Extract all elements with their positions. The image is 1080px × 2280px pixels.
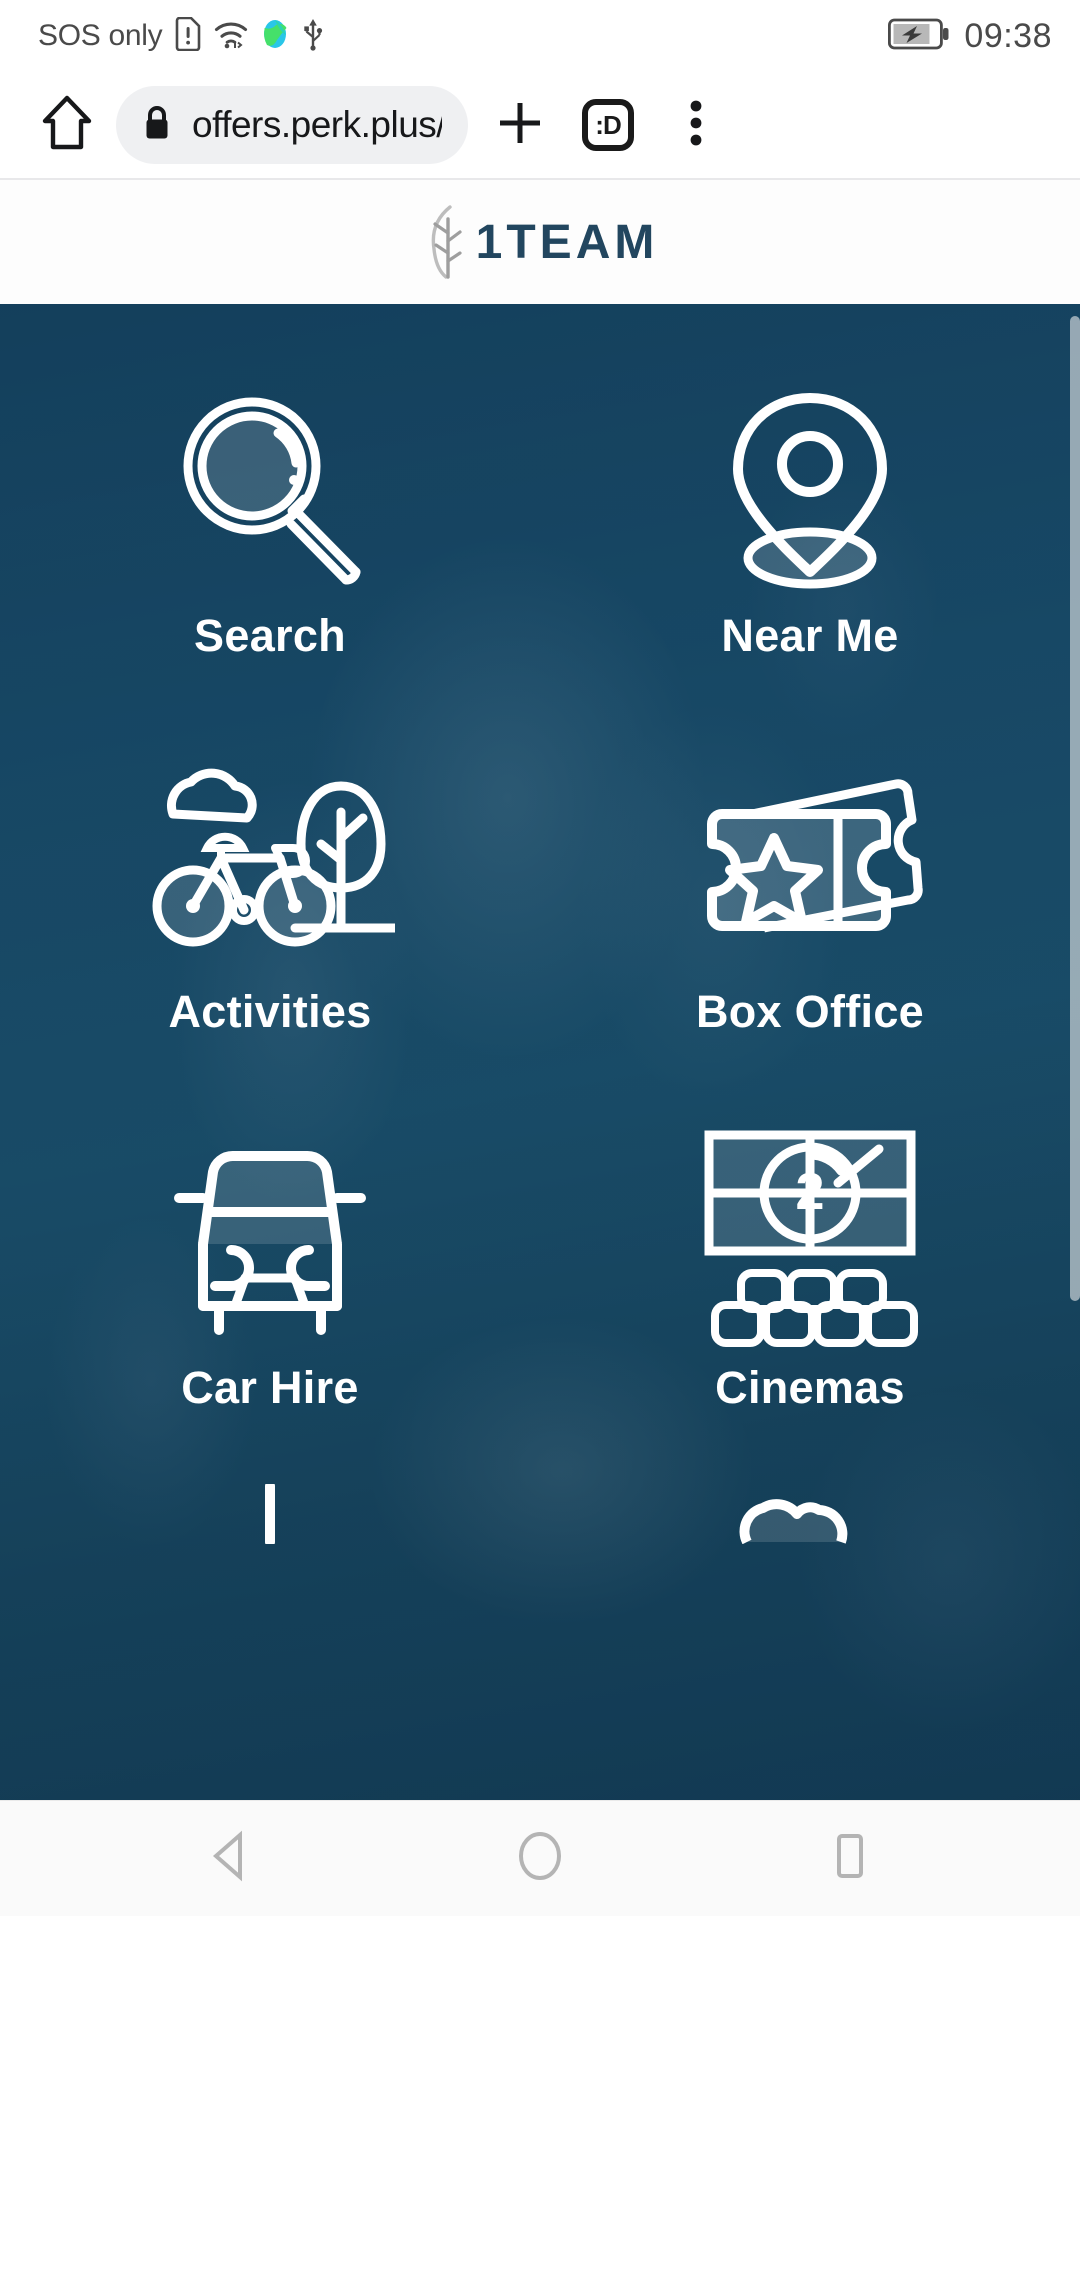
map-pin-icon xyxy=(710,368,910,604)
battery-charging-icon xyxy=(888,17,950,56)
tree-branch-icon xyxy=(422,201,470,284)
logo-text: 1TEAM xyxy=(475,215,659,269)
partial-cloud-icon xyxy=(735,1484,885,1544)
tile-box-office[interactable]: Box Office xyxy=(540,732,1080,1104)
tile-near-me[interactable]: Near Me xyxy=(540,356,1080,728)
home-button[interactable] xyxy=(24,82,110,168)
site-logo[interactable]: 1TEAM xyxy=(422,201,659,284)
tile-car-hire[interactable]: Car Hire xyxy=(0,1108,540,1480)
back-icon xyxy=(206,1830,254,1887)
cinema-screen-seats-icon: 2 xyxy=(695,1120,925,1356)
tile-label: Search xyxy=(194,610,346,661)
magnifier-icon xyxy=(160,368,380,604)
wifi-icon xyxy=(214,19,248,54)
tile-label: Near Me xyxy=(721,610,899,661)
sim-alert-icon xyxy=(175,16,201,56)
tile-activities[interactable]: Activities xyxy=(0,732,540,1104)
site-header: 1TEAM xyxy=(0,180,1080,304)
status-bar-left: SOS only xyxy=(38,16,324,56)
ticket-star-icon xyxy=(690,744,930,980)
category-tile-grid: Search Near Me Activities Box Office Car… xyxy=(0,304,1080,1544)
url-bar[interactable]: offers.perk.plus/? xyxy=(116,86,468,164)
home-circle-icon xyxy=(515,1829,565,1888)
nav-home-button[interactable] xyxy=(495,1814,585,1904)
carrier-label: SOS only xyxy=(38,19,163,52)
plus-icon xyxy=(494,97,546,154)
partial-icon-left xyxy=(255,1484,285,1544)
car-front-icon xyxy=(155,1120,385,1356)
location-globe-icon xyxy=(261,18,289,55)
tile-cinemas[interactable]: 2 Cinemas xyxy=(540,1108,1080,1480)
tile-label: Car Hire xyxy=(181,1362,359,1413)
status-bar: SOS only 09:38 xyxy=(0,0,1080,72)
svg-text:2: 2 xyxy=(796,1163,825,1221)
android-navigation-bar xyxy=(0,1800,1080,1916)
usb-icon xyxy=(302,17,324,56)
home-icon xyxy=(40,94,94,157)
nav-back-button[interactable] xyxy=(185,1814,275,1904)
url-text: offers.perk.plus/? xyxy=(192,104,442,145)
bicycle-tree-icon xyxy=(145,744,395,980)
page-content: Search Near Me Activities Box Office Car… xyxy=(0,304,1080,1800)
tile-label: Activities xyxy=(168,986,372,1037)
overflow-menu-button[interactable] xyxy=(652,81,740,169)
tab-switcher-button[interactable]: :D xyxy=(564,81,652,169)
tile-label: Cinemas xyxy=(715,1362,905,1413)
lock-icon xyxy=(142,104,172,147)
tile-partial-left[interactable] xyxy=(0,1484,540,1544)
tab-count-label: :D xyxy=(582,99,634,151)
recents-square-icon xyxy=(828,1830,872,1887)
tile-search[interactable]: Search xyxy=(0,356,540,728)
browser-toolbar: offers.perk.plus/? :D xyxy=(0,72,1080,180)
nav-recents-button[interactable] xyxy=(805,1814,895,1904)
tile-partial-right[interactable] xyxy=(540,1484,1080,1544)
page-scrollbar[interactable] xyxy=(1070,316,1080,1301)
new-tab-button[interactable] xyxy=(476,81,564,169)
tile-label: Box Office xyxy=(695,986,925,1037)
status-bar-right: 09:38 xyxy=(888,17,1052,56)
clock-label: 09:38 xyxy=(964,16,1052,55)
more-vertical-icon xyxy=(688,97,704,154)
